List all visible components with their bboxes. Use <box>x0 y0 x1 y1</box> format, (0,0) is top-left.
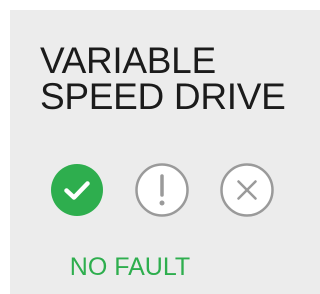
device-title: VARIABLE SPEED DRIVE <box>40 40 286 117</box>
check-circle-icon <box>50 163 104 217</box>
device-title-line-2: SPEED DRIVE <box>40 76 286 117</box>
x-circle-icon <box>220 163 274 217</box>
status-indicator-row <box>50 163 290 217</box>
device-title-line-1: VARIABLE <box>40 40 216 81</box>
exclamation-circle-icon <box>135 163 189 217</box>
fault-status-label: NO FAULT <box>69 253 191 281</box>
